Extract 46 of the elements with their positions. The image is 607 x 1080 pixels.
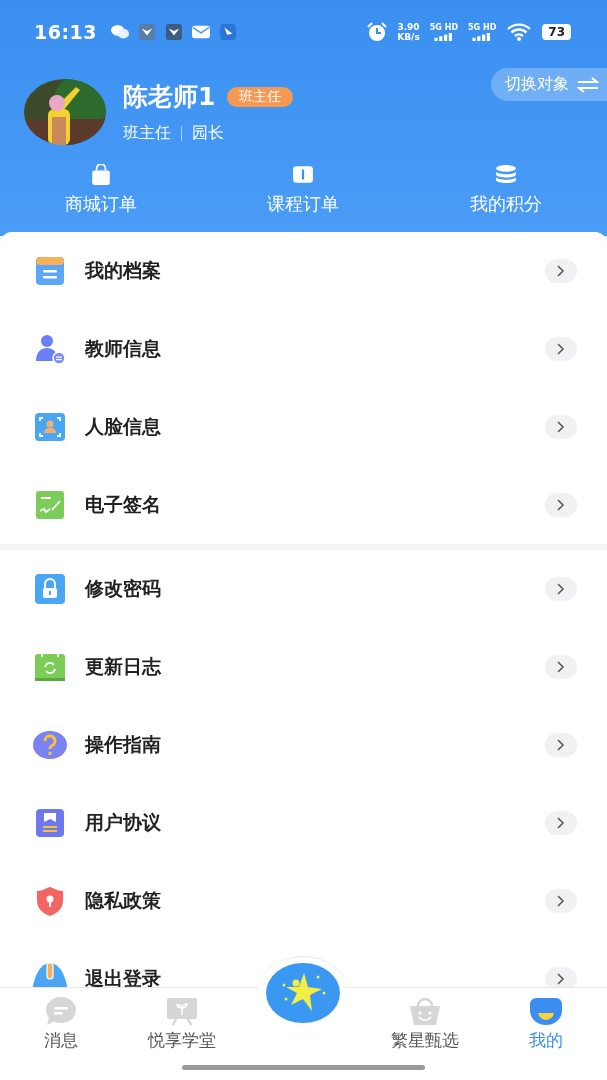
menu-item-label: 我的档案 — [85, 258, 162, 283]
menu-item[interactable]: 教师信息 — [0, 310, 607, 388]
speed-unit: KB/s — [397, 32, 420, 42]
bag-icon[interactable] — [90, 164, 113, 186]
network-speed: 3.90 — [397, 22, 420, 32]
menu-item[interactable]: 人脸信息 — [0, 388, 607, 466]
user-name: 陈老师1 — [123, 81, 216, 113]
status-time: 16:13 — [34, 21, 97, 43]
menu-item[interactable]: 隐私政策 — [0, 862, 607, 940]
menu-item[interactable]: 电子签名 — [0, 466, 607, 544]
role-text: 班主任 — [123, 123, 171, 144]
swap-icon — [577, 76, 599, 93]
role-text: 园长 — [192, 123, 224, 144]
role-badge: 班主任 — [227, 86, 294, 107]
app-icon — [165, 24, 183, 40]
wifi-icon — [506, 23, 533, 41]
profile-tab-icon — [528, 996, 565, 1026]
menu-item-label: 人脸信息 — [85, 414, 162, 439]
alarm-icon — [367, 22, 388, 42]
app-icon — [138, 24, 156, 40]
tab-item[interactable]: 消息 — [0, 988, 122, 1080]
menu-item-label: 用户协议 — [85, 810, 162, 835]
tab-item[interactable]: 悦享学堂 — [121, 988, 243, 1080]
network-label: 5G HD — [468, 23, 497, 32]
menu-item-label: 修改密码 — [85, 576, 162, 601]
menu-item-label: 退出登录 — [85, 966, 162, 987]
coins-icon[interactable] — [494, 164, 517, 186]
star-button[interactable] — [266, 963, 340, 1023]
menu-item-label: 操作指南 — [85, 732, 162, 757]
tab-item[interactable]: 繁星甄选 — [364, 988, 486, 1080]
mail-icon — [192, 24, 210, 40]
battery-indicator: 73 — [542, 24, 571, 40]
menu-item[interactable]: 我的档案 — [0, 232, 607, 310]
menu-item-label: 更新日志 — [85, 654, 162, 679]
menu-item[interactable]: 修改密码 — [0, 550, 607, 628]
menu-item[interactable]: 更新日志 — [0, 628, 607, 706]
app-icon — [219, 24, 237, 40]
menu-item-label: 电子签名 — [85, 492, 162, 517]
menu-item[interactable]: 操作指南 — [0, 706, 607, 784]
network-label: 5G HD — [429, 23, 459, 32]
menu-item-label: 教师信息 — [85, 336, 162, 361]
book-icon[interactable] — [292, 164, 315, 186]
lock-icon — [32, 571, 68, 607]
menu-item-label: 隐私政策 — [85, 888, 162, 913]
menu-item[interactable]: 用户协议 — [0, 784, 607, 862]
chat-icon — [111, 24, 129, 40]
